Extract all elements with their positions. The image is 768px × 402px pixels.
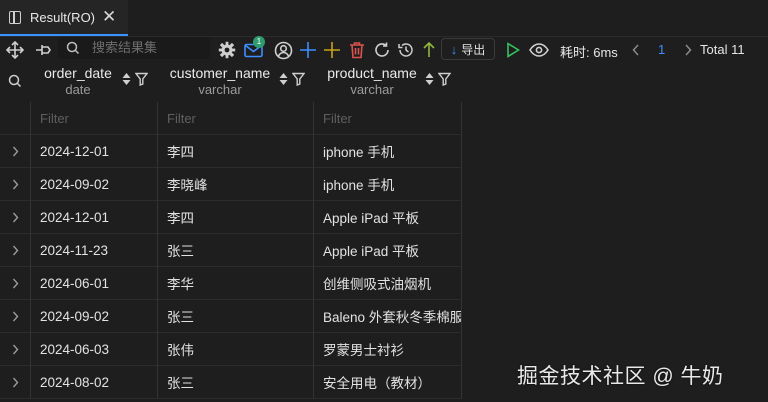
table-cell[interactable]: 创维侧吸式油烟机 <box>314 267 462 300</box>
panel-icon <box>9 11 21 24</box>
run-icon[interactable] <box>501 36 525 64</box>
filter-row: Filter Filter Filter <box>0 102 462 135</box>
table-cell[interactable]: 张三 <box>158 234 314 267</box>
sort-icon[interactable] <box>279 72 288 86</box>
search-input[interactable] <box>92 38 210 56</box>
table-cell[interactable]: 李四 <box>158 135 314 168</box>
column-header-row: order_date date customer_name varchar pr… <box>0 64 462 102</box>
table-cell[interactable]: Baleno 外套秋冬季棉服 <box>314 300 462 333</box>
move-icon[interactable] <box>4 36 26 64</box>
column-type: varchar <box>350 82 394 97</box>
table-cell[interactable]: 2024-06-01 <box>31 267 158 300</box>
sort-icon[interactable] <box>425 72 434 86</box>
expand-row-chevron-icon[interactable] <box>0 267 31 300</box>
filter-gutter <box>0 102 31 135</box>
table-cell[interactable]: iphone 手机 <box>314 135 462 168</box>
table-cell[interactable]: Apple iPad 平板 <box>314 234 462 267</box>
filter-input-product-name[interactable]: Filter <box>314 102 462 135</box>
pin-icon[interactable] <box>32 36 54 64</box>
table-cell[interactable]: 张伟 <box>158 333 314 366</box>
filter-icon[interactable] <box>135 72 148 86</box>
column-name: product_name <box>327 65 417 81</box>
table-cell[interactable]: 2024-08-02 <box>31 366 158 399</box>
table-cell[interactable]: 2024-06-03 <box>31 333 158 366</box>
expand-row-chevron-icon[interactable] <box>0 366 31 399</box>
filter-input-customer-name[interactable]: Filter <box>158 102 314 135</box>
column-search-icon[interactable] <box>4 70 26 92</box>
expand-row-chevron-icon[interactable] <box>0 135 31 168</box>
sort-icon[interactable] <box>122 72 131 86</box>
tab-title: Result(RO) <box>30 10 96 25</box>
export-label: 导出 <box>461 42 486 57</box>
table-cell[interactable]: 2024-12-01 <box>31 201 158 234</box>
page-number[interactable]: 1 <box>658 42 665 57</box>
table-cell[interactable]: 2024-11-23 <box>31 234 158 267</box>
column-header-customer-name[interactable]: customer_name varchar <box>158 64 314 102</box>
refresh-icon[interactable] <box>370 36 394 64</box>
tab-result[interactable]: Result(RO) ✕ <box>0 0 128 36</box>
download-icon: ↓ <box>450 41 458 57</box>
delete-icon[interactable] <box>345 36 369 64</box>
column-name: customer_name <box>169 65 271 81</box>
table-cell[interactable]: Apple iPad 平板 <box>314 201 462 234</box>
column-header-order-date[interactable]: order_date date <box>32 64 158 102</box>
gear-icon[interactable] <box>216 36 238 64</box>
tab-bar: Result(RO) ✕ <box>0 0 768 37</box>
elapsed-time: 耗时: 6ms <box>560 45 618 60</box>
column-type: date <box>65 82 91 97</box>
column-name: order_date <box>44 65 112 81</box>
table-cell[interactable]: 安全用电（教材） <box>314 366 462 399</box>
close-icon[interactable]: ✕ <box>102 7 116 27</box>
expand-row-chevron-icon[interactable] <box>0 300 31 333</box>
add-row-icon[interactable] <box>296 36 320 64</box>
filter-icon[interactable] <box>292 72 305 86</box>
expand-row-chevron-icon[interactable] <box>0 333 31 366</box>
expand-row-chevron-icon[interactable] <box>0 201 31 234</box>
column-header-product-name[interactable]: product_name varchar <box>314 64 462 102</box>
table-cell[interactable]: 2024-12-01 <box>31 135 158 168</box>
watermark: 掘金技术社区 @ 牛奶 <box>517 365 724 388</box>
duplicate-row-icon[interactable] <box>320 36 344 64</box>
chevron-left-icon[interactable] <box>628 36 644 64</box>
filter-input-order-date[interactable]: Filter <box>31 102 158 135</box>
preview-eye-icon[interactable] <box>526 36 552 64</box>
expand-row-chevron-icon[interactable] <box>0 234 31 267</box>
table-cell[interactable]: 李晓峰 <box>158 168 314 201</box>
table-cell[interactable]: 罗蒙男士衬衫 <box>314 333 462 366</box>
chevron-right-icon[interactable] <box>680 36 696 64</box>
table-cell[interactable]: 2024-09-02 <box>31 300 158 333</box>
filter-icon[interactable] <box>438 72 451 86</box>
history-icon[interactable] <box>394 36 418 64</box>
table-cell[interactable]: 2024-09-02 <box>31 168 158 201</box>
table-cell[interactable]: 张三 <box>158 300 314 333</box>
column-type: varchar <box>198 82 242 97</box>
expand-row-chevron-icon[interactable] <box>0 168 31 201</box>
user-icon[interactable] <box>271 36 295 64</box>
table-cell[interactable]: 李四 <box>158 201 314 234</box>
notification-badge: 1 <box>253 36 265 48</box>
submit-arrow-icon[interactable] <box>418 36 440 64</box>
search-icon <box>62 37 84 59</box>
table-cell[interactable]: 李华 <box>158 267 314 300</box>
export-button[interactable]: ↓ 导出 <box>441 38 495 60</box>
table-cell[interactable]: 张三 <box>158 366 314 399</box>
total-count: Total 11 <box>700 42 745 57</box>
table-cell[interactable]: iphone 手机 <box>314 168 462 201</box>
